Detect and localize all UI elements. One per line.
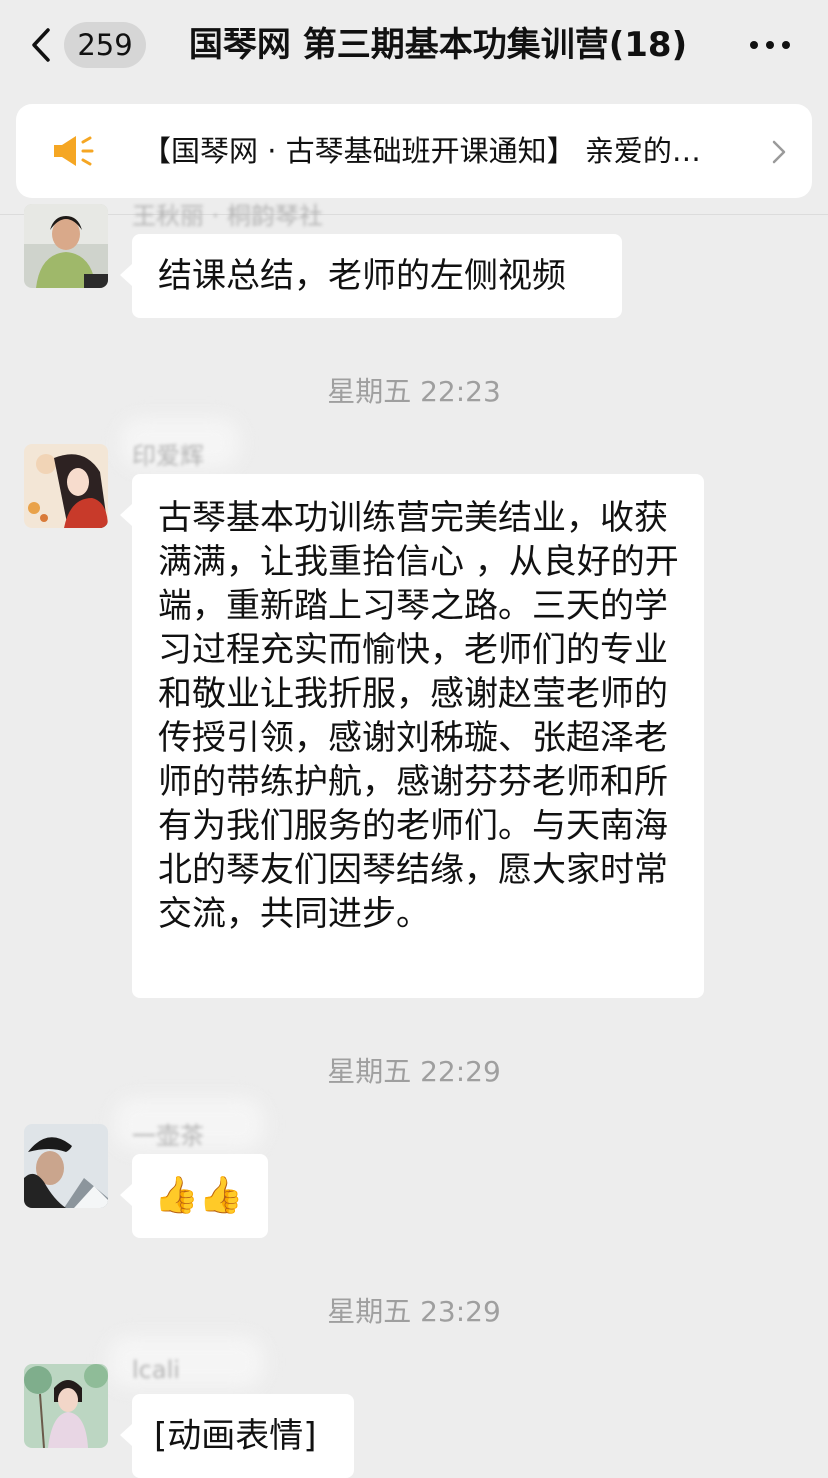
- avatar-teacher[interactable]: [24, 204, 108, 288]
- timestamp: 星期五 22:23: [327, 375, 501, 408]
- sender-name: 印爱辉: [132, 442, 204, 470]
- message-bubble[interactable]: 古琴基本功训练营完美结业，收获满满，让我重拾信心 ，从良好的开端，重新踏上习琴之…: [120, 474, 704, 998]
- sender-name: lcali: [132, 1356, 180, 1384]
- message-bubble[interactable]: [动画表情]: [120, 1394, 354, 1478]
- chat-title: 国琴网 第三期基本功集训营(18): [188, 25, 688, 65]
- back-chevron-icon[interactable]: [28, 26, 58, 64]
- timestamp: 星期五 23:29: [327, 1295, 501, 1328]
- sender-name: 一壶茶: [132, 1122, 204, 1150]
- notice-text: 【国琴网 · 古琴基础班开课通知】 亲爱的…: [142, 134, 701, 168]
- avatar-painting[interactable]: [24, 444, 108, 528]
- more-options-icon[interactable]: [748, 30, 792, 60]
- sender-name: 王秋丽 · 桐韵琴社: [132, 202, 323, 230]
- timestamp: 星期五 22:29: [327, 1055, 501, 1088]
- avatar-girl[interactable]: [24, 1364, 108, 1448]
- message-bubble[interactable]: 结课总结，老师的左侧视频: [120, 234, 622, 318]
- message-bubble[interactable]: 👍👍: [120, 1154, 268, 1238]
- avatar-portrait[interactable]: [24, 1124, 108, 1208]
- unread-count-badge[interactable]: 259: [64, 22, 146, 68]
- group-notice-bar[interactable]: 【国琴网 · 古琴基础班开课通知】 亲爱的…: [16, 104, 812, 198]
- chat-header: 259 国琴网 第三期基本功集训营(18): [0, 0, 828, 92]
- announcement-speaker-icon: [54, 136, 94, 166]
- chevron-right-icon: [772, 140, 786, 164]
- header-divider: [0, 214, 828, 215]
